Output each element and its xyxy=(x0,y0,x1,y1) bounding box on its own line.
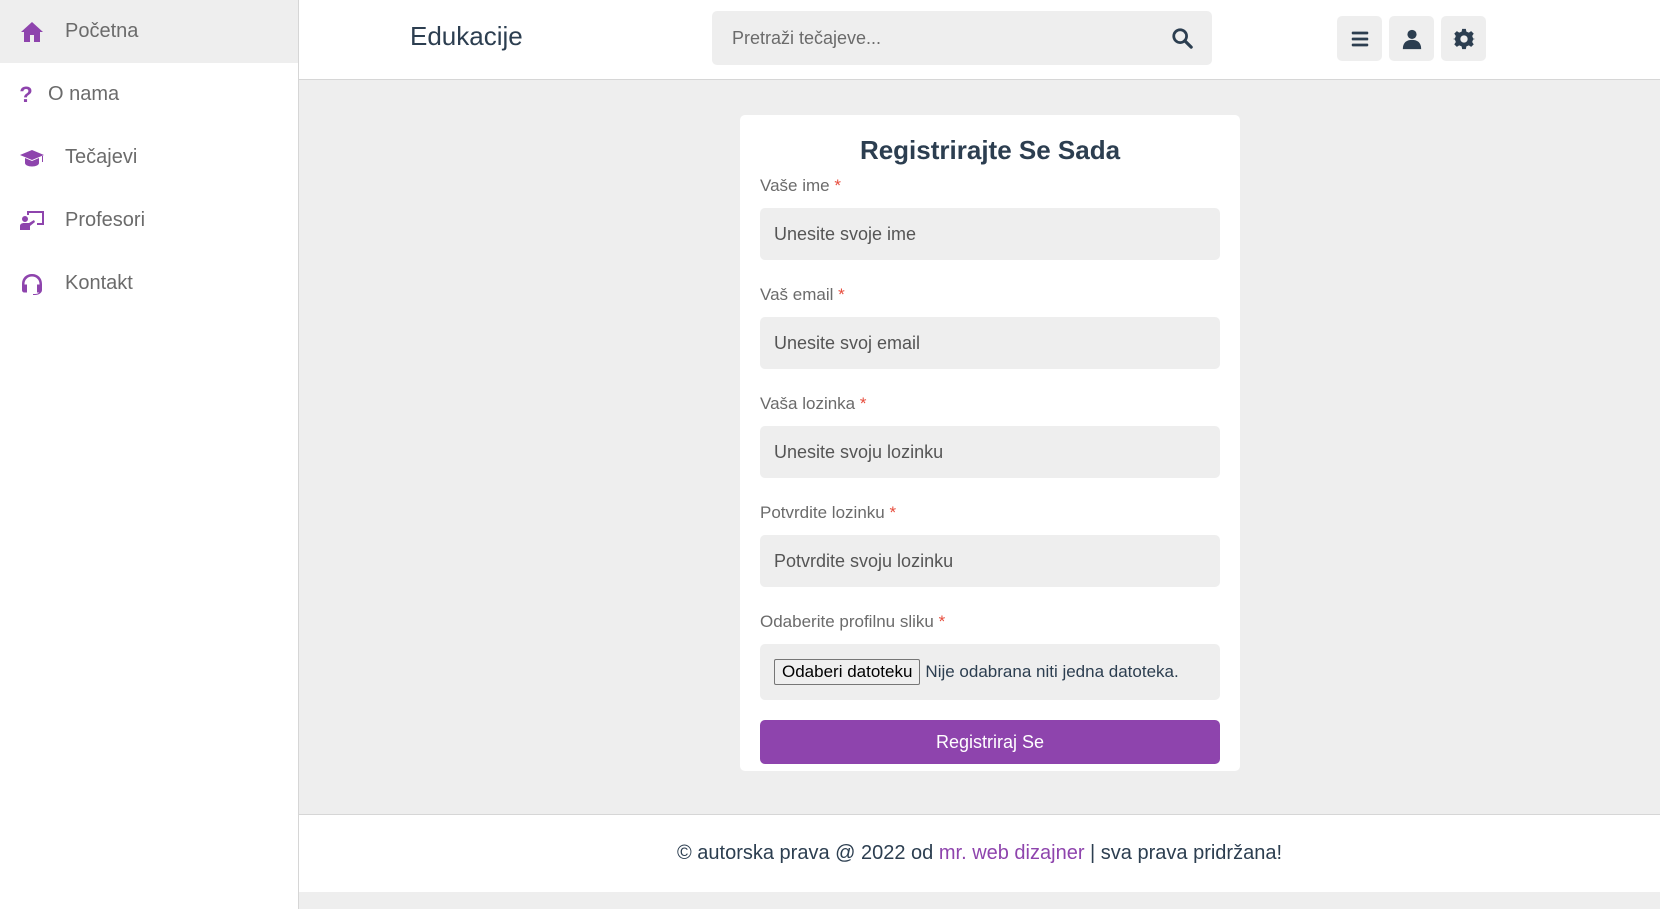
required-mark: * xyxy=(859,394,867,413)
email-label: Vaš email * xyxy=(760,285,845,304)
search-input[interactable] xyxy=(712,11,1152,65)
register-button[interactable]: Registriraj Se xyxy=(760,720,1220,764)
main-content: Registrirajte Se Sada Vaše ime * Vaš ema… xyxy=(299,81,1660,814)
sidebar-item-label: Kontakt xyxy=(65,272,133,294)
chalkboard-teacher-icon xyxy=(19,209,45,233)
confirm-password-label: Potvrdite lozinku * xyxy=(760,503,897,522)
confirm-password-field[interactable] xyxy=(760,535,1220,587)
name-label: Vaše ime * xyxy=(760,176,841,195)
menu-icon xyxy=(1351,31,1368,46)
sidebar: Početna ? O nama Tečajevi Profesori Kont… xyxy=(0,0,299,909)
theme-toggle-button[interactable] xyxy=(1441,16,1486,61)
register-form: Registrirajte Se Sada Vaše ime * Vaš ema… xyxy=(740,115,1240,771)
home-icon xyxy=(19,20,45,44)
search-bar xyxy=(712,11,1212,65)
copyright-text: © autorska prava @ 2022 od xyxy=(676,842,934,864)
footer: © autorska prava @ 2022 od mr. web dizaj… xyxy=(299,814,1660,892)
file-status: Nije odabrana niti jedna datoteka. xyxy=(925,662,1179,681)
sidebar-item-label: Profesori xyxy=(65,209,146,231)
required-mark: * xyxy=(889,503,897,522)
file-input: Odaberi datoteku Nije odabrana niti jedn… xyxy=(760,644,1220,700)
rights-text: | sva prava pridržana! xyxy=(1090,842,1282,864)
choose-file-button[interactable]: Odaberi datoteku xyxy=(774,659,921,685)
required-mark: * xyxy=(838,285,845,304)
sidebar-item-tecajevi[interactable]: Tečajevi xyxy=(0,126,298,189)
question-icon: ? xyxy=(19,81,33,107)
author-link[interactable]: mr. web dizajner xyxy=(939,842,1085,865)
gear-icon xyxy=(1452,28,1475,49)
brand-logo[interactable]: Edukacije xyxy=(410,21,523,52)
sidebar-item-pocetna[interactable]: Početna xyxy=(0,0,298,63)
user-button[interactable] xyxy=(1389,16,1434,61)
password-field[interactable] xyxy=(760,426,1220,478)
sidebar-item-kontakt[interactable]: Kontakt xyxy=(0,252,298,315)
email-field[interactable] xyxy=(760,317,1220,369)
user-icon xyxy=(1402,29,1421,49)
required-mark: * xyxy=(834,176,841,195)
profile-image-label: Odaberite profilnu sliku * xyxy=(760,612,946,631)
sidebar-item-label: Tečajevi xyxy=(65,146,138,168)
menu-button[interactable] xyxy=(1337,16,1382,61)
headset-icon xyxy=(19,272,45,296)
header: Edukacije xyxy=(299,0,1660,80)
sidebar-item-o-nama[interactable]: ? O nama xyxy=(0,63,298,126)
password-label: Vaša lozinka * xyxy=(760,394,867,413)
search-icon[interactable] xyxy=(1152,11,1212,65)
graduation-cap-icon xyxy=(19,146,45,170)
required-mark: * xyxy=(938,612,946,631)
sidebar-item-profesori[interactable]: Profesori xyxy=(0,189,298,252)
sidebar-item-label: Početna xyxy=(65,20,139,42)
sidebar-item-label: O nama xyxy=(48,83,120,105)
name-field[interactable] xyxy=(760,208,1220,260)
form-title: Registrirajte Se Sada xyxy=(859,135,1121,165)
